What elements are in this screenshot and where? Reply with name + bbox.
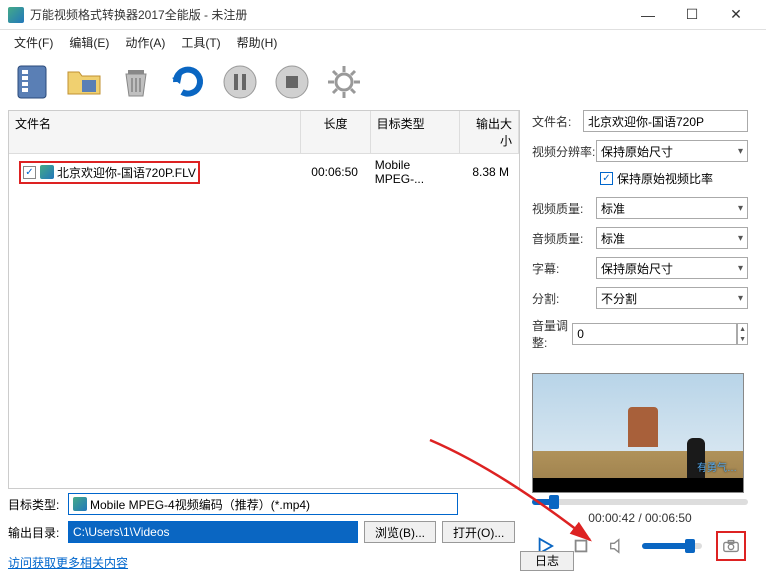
input-filename[interactable] <box>583 110 748 132</box>
select-split[interactable]: 不分割▾ <box>596 287 748 309</box>
app-icon <box>8 7 24 23</box>
col-filename[interactable]: 文件名 <box>9 111 301 153</box>
add-file-button[interactable] <box>8 58 56 106</box>
file-icon <box>40 165 54 179</box>
minimize-button[interactable]: — <box>626 1 670 29</box>
label-resolution: 视频分辨率: <box>532 143 596 160</box>
settings-button[interactable] <box>320 58 368 106</box>
col-type[interactable]: 目标类型 <box>371 111 460 153</box>
menu-file[interactable]: 文件(F) <box>6 32 61 53</box>
chevron-down-icon: ▾ <box>738 203 743 214</box>
log-button[interactable]: 日志 <box>520 551 574 571</box>
add-folder-button[interactable] <box>60 58 108 106</box>
status-link[interactable]: 访问获取更多相关内容 <box>8 554 128 571</box>
output-combo[interactable]: C:\Users\1\Videos <box>68 521 358 543</box>
table-row[interactable]: ✓ 北京欢迎你-国语720P.FLV 00:06:50 Mobile MPEG-… <box>9 154 519 190</box>
select-vquality[interactable]: 标准▾ <box>596 197 748 219</box>
maximize-button[interactable]: ☐ <box>670 1 714 29</box>
menu-help[interactable]: 帮助(H) <box>229 32 286 53</box>
keep-ratio-label: 保持原始视频比率 <box>617 170 713 187</box>
row-type: Mobile MPEG-... <box>369 156 457 188</box>
select-resolution[interactable]: 保持原始尺寸▾ <box>596 140 748 162</box>
label-split: 分割: <box>532 290 596 307</box>
label-target: 目标类型: <box>8 496 68 513</box>
menu-action[interactable]: 动作(A) <box>117 32 173 53</box>
convert-button[interactable] <box>164 58 212 106</box>
label-subtitle: 字幕: <box>532 260 596 277</box>
col-length[interactable]: 长度 <box>301 111 370 153</box>
chevron-down-icon: ▾ <box>738 146 743 157</box>
label-aquality: 音频质量: <box>532 230 596 247</box>
file-icon <box>73 497 87 511</box>
preview-subtitle: 有勇气… <box>697 459 737 474</box>
input-volume[interactable] <box>572 323 737 345</box>
file-table: 文件名 长度 目标类型 输出大小 ✓ 北京欢迎你-国语720P.FLV 00:0… <box>8 110 520 489</box>
chevron-down-icon: ▾ <box>738 293 743 304</box>
row-filename: 北京欢迎你-国语720P.FLV <box>57 164 196 181</box>
label-output: 输出目录: <box>8 524 68 541</box>
row-checkbox[interactable]: ✓ <box>23 166 36 179</box>
open-button[interactable]: 打开(O)... <box>442 521 515 543</box>
chevron-down-icon: ▾ <box>738 233 743 244</box>
keep-ratio-checkbox[interactable]: ✓ <box>600 172 613 185</box>
video-preview[interactable]: 有勇气… <box>532 373 744 493</box>
volume-spinner[interactable]: ▲▼ <box>737 323 748 345</box>
select-aquality[interactable]: 标准▾ <box>596 227 748 249</box>
label-volume: 音量调整: <box>532 317 572 351</box>
stop-button[interactable] <box>268 58 316 106</box>
target-combo[interactable]: Mobile MPEG-4视频编码（推荐）(*.mp4) <box>68 493 458 515</box>
remove-button[interactable] <box>112 58 160 106</box>
col-size[interactable]: 输出大小 <box>460 111 519 153</box>
close-button[interactable]: ✕ <box>714 1 758 29</box>
select-subtitle[interactable]: 保持原始尺寸▾ <box>596 257 748 279</box>
label-filename: 文件名: <box>532 113 583 130</box>
browse-button[interactable]: 浏览(B)... <box>364 521 436 543</box>
label-vquality: 视频质量: <box>532 200 596 217</box>
window-title: 万能视频格式转换器2017全能版 - 未注册 <box>30 6 626 23</box>
pause-button[interactable] <box>216 58 264 106</box>
menu-tools[interactable]: 工具(T) <box>173 32 228 53</box>
row-length: 00:06:50 <box>301 163 369 181</box>
menu-edit[interactable]: 编辑(E) <box>61 32 117 53</box>
row-size: 8.38 M <box>456 163 515 181</box>
chevron-down-icon: ▾ <box>738 263 743 274</box>
